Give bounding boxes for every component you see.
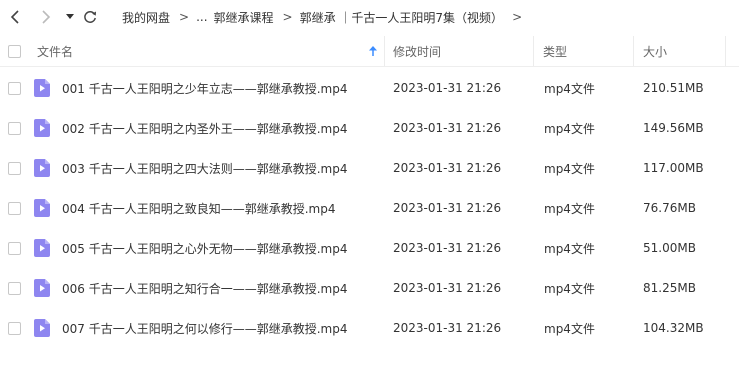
file-modified-time: 2023-01-31 21:26 — [393, 281, 502, 295]
video-file-icon — [34, 319, 50, 337]
back-button[interactable] — [7, 8, 25, 26]
row-checkbox[interactable] — [8, 162, 21, 175]
column-header-name[interactable]: 文件名 — [37, 36, 73, 66]
file-type: mp4文件 — [544, 121, 595, 136]
file-modified-time: 2023-01-31 21:26 — [393, 121, 502, 135]
sort-button[interactable] — [369, 36, 377, 66]
file-type: mp4文件 — [544, 201, 595, 216]
sort-up-arrow-icon — [369, 46, 377, 56]
chevron-right-icon — [42, 10, 51, 24]
file-name[interactable]: 005 千古一人王阳明之心外无物——郭继承教授.mp4 — [62, 228, 347, 268]
file-size: 104.32MB — [643, 321, 704, 335]
column-header-size[interactable]: 大小 — [643, 36, 667, 66]
video-file-icon — [34, 79, 50, 97]
chevron-left-icon — [10, 10, 19, 24]
breadcrumb-separator: > — [179, 10, 190, 24]
file-modified-time: 2023-01-31 21:26 — [393, 161, 502, 175]
file-name[interactable]: 001 千古一人王阳明之少年立志——郭继承教授.mp4 — [62, 68, 347, 108]
file-modified-time: 2023-01-31 21:26 — [393, 241, 502, 255]
breadcrumb-ellipsis[interactable]: ... — [196, 10, 207, 24]
row-checkbox[interactable] — [8, 322, 21, 335]
column-divider[interactable] — [533, 36, 534, 66]
breadcrumb-current-folder[interactable]: 郭继承 ｜千古一人王阳明7集（视频） — [300, 9, 503, 26]
video-file-icon — [34, 119, 50, 137]
file-size: 76.76MB — [643, 201, 696, 215]
file-modified-time: 2023-01-31 21:26 — [393, 321, 502, 335]
breadcrumb: 我的网盘 > ... 郭继承课程 > 郭继承 ｜千古一人王阳明7集（视频） > — [122, 0, 529, 34]
refresh-icon — [84, 11, 96, 23]
file-type: mp4文件 — [544, 81, 595, 96]
file-type: mp4文件 — [544, 241, 595, 256]
breadcrumb-separator: > — [282, 10, 293, 24]
toolbar: 我的网盘 > ... 郭继承课程 > 郭继承 ｜千古一人王阳明7集（视频） > — [0, 0, 739, 34]
row-checkbox[interactable] — [8, 82, 21, 95]
breadcrumb-separator: > — [512, 10, 523, 24]
table-row[interactable]: 003 千古一人王阳明之四大法则——郭继承教授.mp4 2023-01-31 21… — [0, 148, 739, 188]
file-type: mp4文件 — [544, 161, 595, 176]
table-row[interactable]: 006 千古一人王阳明之知行合一——郭继承教授.mp4 2023-01-31 21… — [0, 268, 739, 308]
column-divider[interactable] — [725, 36, 726, 66]
breadcrumb-root[interactable]: 我的网盘 — [122, 9, 170, 26]
file-type: mp4文件 — [544, 321, 595, 336]
video-file-icon — [34, 279, 50, 297]
column-header-type[interactable]: 类型 — [543, 36, 567, 66]
breadcrumb-course-folder[interactable]: 郭继承课程 — [214, 9, 274, 26]
table-row[interactable]: 002 千古一人王阳明之内圣外王——郭继承教授.mp4 2023-01-31 21… — [0, 108, 739, 148]
file-modified-time: 2023-01-31 21:26 — [393, 201, 502, 215]
file-modified-time: 2023-01-31 21:26 — [393, 81, 502, 95]
file-size: 117.00MB — [643, 161, 704, 175]
file-name[interactable]: 002 千古一人王阳明之内圣外王——郭继承教授.mp4 — [62, 108, 347, 148]
file-name[interactable]: 006 千古一人王阳明之知行合一——郭继承教授.mp4 — [62, 268, 347, 308]
table-row[interactable]: 004 千古一人王阳明之致良知——郭继承教授.mp4 2023-01-31 21:… — [0, 188, 739, 228]
column-header-modified[interactable]: 修改时间 — [393, 36, 441, 66]
video-file-icon — [34, 199, 50, 217]
table-row[interactable]: 007 千古一人王阳明之何以修行——郭继承教授.mp4 2023-01-31 21… — [0, 308, 739, 348]
forward-button[interactable] — [36, 8, 54, 26]
file-type: mp4文件 — [544, 281, 595, 296]
row-checkbox[interactable] — [8, 202, 21, 215]
table-row[interactable]: 001 千古一人王阳明之少年立志——郭继承教授.mp4 2023-01-31 21… — [0, 68, 739, 108]
file-name[interactable]: 007 千古一人王阳明之何以修行——郭继承教授.mp4 — [62, 308, 347, 348]
caret-down-icon — [66, 14, 74, 19]
row-checkbox[interactable] — [8, 242, 21, 255]
file-size: 210.51MB — [643, 81, 704, 95]
file-size: 149.56MB — [643, 121, 704, 135]
select-all-checkbox[interactable] — [8, 45, 21, 58]
file-list-header: 文件名 修改时间 类型 大小 — [0, 36, 739, 67]
row-checkbox[interactable] — [8, 282, 21, 295]
file-size: 51.00MB — [643, 241, 696, 255]
file-name[interactable]: 004 千古一人王阳明之致良知——郭继承教授.mp4 — [62, 188, 335, 228]
row-checkbox[interactable] — [8, 122, 21, 135]
file-name[interactable]: 003 千古一人王阳明之四大法则——郭继承教授.mp4 — [62, 148, 347, 188]
table-row[interactable]: 005 千古一人王阳明之心外无物——郭继承教授.mp4 2023-01-31 21… — [0, 228, 739, 268]
file-size: 81.25MB — [643, 281, 696, 295]
history-dropdown-button[interactable] — [61, 8, 79, 26]
refresh-button[interactable] — [81, 8, 99, 26]
column-divider[interactable] — [384, 36, 385, 66]
video-file-icon — [34, 159, 50, 177]
column-divider[interactable] — [633, 36, 634, 66]
video-file-icon — [34, 239, 50, 257]
